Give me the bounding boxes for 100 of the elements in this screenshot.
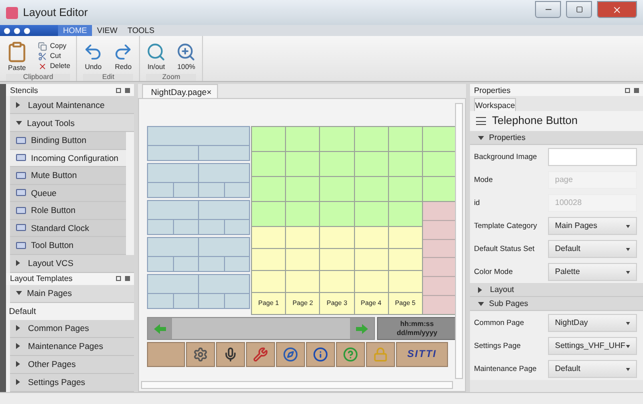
section-header[interactable]: Settings Pages <box>10 374 134 392</box>
stencil-item[interactable]: Mute Button <box>10 167 126 184</box>
dropdown[interactable]: NightDay <box>548 314 637 332</box>
grid-key[interactable] <box>422 177 456 201</box>
grid-key[interactable] <box>354 127 388 151</box>
grid-key[interactable] <box>252 227 286 248</box>
grid-key[interactable] <box>388 177 422 201</box>
device-button[interactable] <box>186 342 215 367</box>
vertical-scrollbar[interactable] <box>455 103 463 379</box>
grid-key[interactable] <box>354 177 388 201</box>
grid-key[interactable] <box>320 249 354 270</box>
forward-button[interactable] <box>350 318 374 339</box>
key-block[interactable] <box>147 200 250 235</box>
restore-icon[interactable] <box>116 276 121 281</box>
grid-key[interactable] <box>252 202 286 226</box>
ribbon-tab[interactable]: TOOLS <box>122 25 160 36</box>
close-button[interactable] <box>597 1 637 18</box>
grid-key[interactable] <box>320 227 354 248</box>
section-header[interactable]: Layout <box>470 283 643 297</box>
grid-key[interactable] <box>286 227 320 248</box>
grid-key[interactable] <box>388 227 422 248</box>
dropdown[interactable]: Default <box>548 360 637 378</box>
stencil-item[interactable]: Standard Clock <box>10 220 126 237</box>
minimize-button[interactable] <box>535 1 561 18</box>
grid-key[interactable] <box>286 202 320 226</box>
grid-key[interactable] <box>286 271 320 292</box>
grid-key[interactable] <box>422 296 456 314</box>
logo-button[interactable]: SITTI <box>396 342 448 367</box>
grid-key[interactable] <box>388 152 422 176</box>
grid-key[interactable] <box>286 127 320 151</box>
restore-icon[interactable] <box>116 88 121 92</box>
section-header[interactable]: Layout VCS <box>10 254 134 272</box>
grid-key[interactable] <box>422 127 456 151</box>
grid-key[interactable] <box>422 202 456 220</box>
section-header[interactable]: Properties <box>470 131 643 145</box>
stencil-item[interactable]: Tool Button <box>10 237 126 254</box>
section-header[interactable]: Common Pages <box>10 320 134 338</box>
grid-key[interactable] <box>422 258 456 276</box>
grid-key[interactable] <box>354 271 388 292</box>
grid-key[interactable] <box>388 202 422 226</box>
device-button[interactable] <box>216 342 245 367</box>
grid-key[interactable] <box>388 271 422 292</box>
grid-key[interactable] <box>252 127 286 151</box>
dropdown[interactable]: Default <box>548 240 637 258</box>
key-block[interactable] <box>147 237 250 272</box>
grid-key[interactable] <box>286 177 320 201</box>
quick-access-toolbar[interactable] <box>0 25 58 36</box>
grid-key[interactable] <box>422 277 456 296</box>
close-icon[interactable] <box>634 88 639 92</box>
stencil-item[interactable]: Queue <box>10 184 126 202</box>
grid-key[interactable] <box>388 127 422 151</box>
grid-key[interactable] <box>286 249 320 270</box>
grid-key[interactable] <box>354 152 388 176</box>
back-button[interactable] <box>148 318 172 339</box>
dropdown[interactable]: Settings_VHF_UHF <box>548 336 637 354</box>
device-button[interactable] <box>276 342 305 367</box>
grid-key[interactable] <box>354 249 388 270</box>
menu-icon[interactable] <box>476 117 486 125</box>
key-block[interactable] <box>147 274 250 309</box>
device-button[interactable] <box>306 342 335 367</box>
key-block[interactable] <box>147 163 250 198</box>
maximize-button[interactable] <box>566 1 592 18</box>
workspace-tab[interactable]: Workspace <box>474 98 516 111</box>
grid-key[interactable] <box>320 152 354 176</box>
dropdown[interactable]: Main Pages <box>548 216 637 234</box>
input-field[interactable] <box>548 148 637 166</box>
grid-key[interactable] <box>252 249 286 270</box>
grid-key[interactable] <box>252 271 286 292</box>
horizontal-scrollbar[interactable] <box>141 381 453 389</box>
section-header[interactable]: Maintenance Pages <box>10 338 134 356</box>
grid-key[interactable] <box>354 227 388 248</box>
stencil-item[interactable]: Role Button <box>10 202 126 220</box>
section-header[interactable]: Layout Tools <box>10 114 134 132</box>
grid-key[interactable] <box>320 202 354 226</box>
section-header[interactable]: Main Pages <box>10 284 134 302</box>
caret-icon <box>626 368 630 372</box>
device-button[interactable] <box>246 342 275 367</box>
grid-key[interactable] <box>252 177 286 201</box>
ribbon-tab[interactable]: VIEW <box>92 25 122 36</box>
document-tab[interactable]: NightDay.page× <box>142 84 218 98</box>
stencil-item[interactable]: Incoming Configuration <box>10 150 126 167</box>
grid-key[interactable] <box>422 240 456 258</box>
stencil-item[interactable]: Binding Button <box>10 132 126 150</box>
grid-key[interactable] <box>320 271 354 292</box>
section-header[interactable]: Layout Maintenance <box>10 96 134 114</box>
grid-key[interactable] <box>320 127 354 151</box>
restore-icon[interactable] <box>625 88 630 92</box>
close-icon[interactable]: × <box>206 86 212 96</box>
grid-key[interactable] <box>286 152 320 176</box>
grid-key[interactable] <box>252 152 286 176</box>
key-block[interactable] <box>147 126 250 161</box>
section-header[interactable]: Other Pages <box>10 356 134 374</box>
dropdown[interactable]: Palette <box>548 262 637 280</box>
close-icon[interactable] <box>125 88 130 92</box>
grid-key[interactable] <box>388 249 422 270</box>
grid-key[interactable] <box>422 220 456 239</box>
grid-key[interactable] <box>354 202 388 226</box>
grid-key[interactable] <box>422 152 456 176</box>
section-header[interactable]: Sub Pages <box>470 297 643 311</box>
grid-key[interactable] <box>320 177 354 201</box>
